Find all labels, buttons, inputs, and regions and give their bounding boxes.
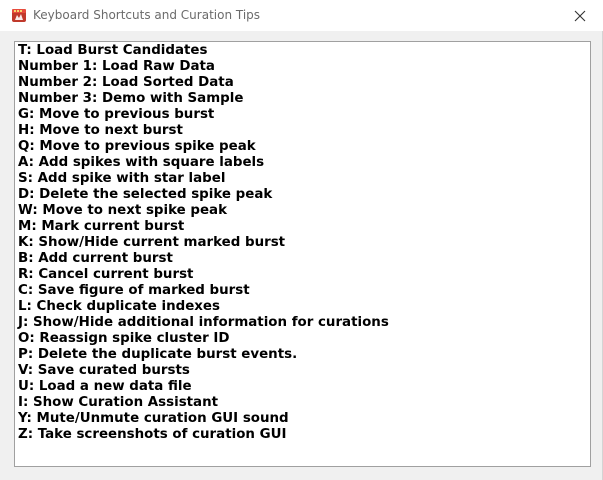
shortcut-line: U: Load a new data file: [18, 379, 192, 394]
shortcuts-text-box[interactable]: T: Load Burst Candidates Number 1: Load R…: [14, 41, 591, 467]
shortcut-line: J: Show/Hide additional information for …: [18, 315, 389, 330]
shortcut-line: D: Delete the selected spike peak: [18, 187, 273, 202]
shortcut-line: O: Reassign spike cluster ID: [18, 331, 230, 346]
shortcut-line: Z: Take screenshots of curation GUI: [18, 427, 287, 442]
shortcut-line: L: Check duplicate indexes: [18, 299, 220, 314]
shortcut-line: B: Add current burst: [18, 251, 173, 266]
shortcut-line: S: Add spike with star label: [18, 171, 226, 186]
shortcut-line: W: Move to next spike peak: [18, 203, 227, 218]
shortcut-line: K: Show/Hide current marked burst: [18, 235, 286, 250]
shortcut-line: I: Show Curation Assistant: [18, 395, 219, 410]
close-icon: [574, 10, 586, 21]
shortcut-line: G: Move to previous burst: [18, 107, 215, 122]
shortcut-line: T: Load Burst Candidates: [18, 43, 208, 58]
shortcut-line: C: Save figure of marked burst: [18, 283, 250, 298]
shortcuts-dialog: Keyboard Shortcuts and Curation Tips T: …: [0, 0, 603, 480]
shortcut-line: P: Delete the duplicate burst events.: [18, 347, 298, 362]
shortcut-line: Q: Move to previous spike peak: [18, 139, 256, 154]
shortcut-line: M: Mark current burst: [18, 219, 185, 234]
shortcut-line: H: Move to next burst: [18, 123, 183, 138]
matlab-app-icon: [12, 9, 26, 22]
shortcut-line: Y: Mute/Unmute curation GUI sound: [18, 411, 289, 426]
shortcut-line: Number 1: Load Raw Data: [18, 59, 215, 74]
shortcut-line: V: Save curated bursts: [18, 363, 190, 378]
title-bar[interactable]: Keyboard Shortcuts and Curation Tips: [0, 0, 603, 31]
shortcut-line: Number 3: Demo with Sample: [18, 91, 244, 106]
shortcut-line: A: Add spikes with square labels: [18, 155, 265, 170]
shortcut-line: R: Cancel current burst: [18, 267, 194, 282]
dialog-client-area: T: Load Burst Candidates Number 1: Load R…: [0, 31, 603, 480]
shortcut-line: Number 2: Load Sorted Data: [18, 75, 234, 90]
window-title: Keyboard Shortcuts and Curation Tips: [33, 8, 261, 22]
close-button[interactable]: [557, 0, 603, 31]
